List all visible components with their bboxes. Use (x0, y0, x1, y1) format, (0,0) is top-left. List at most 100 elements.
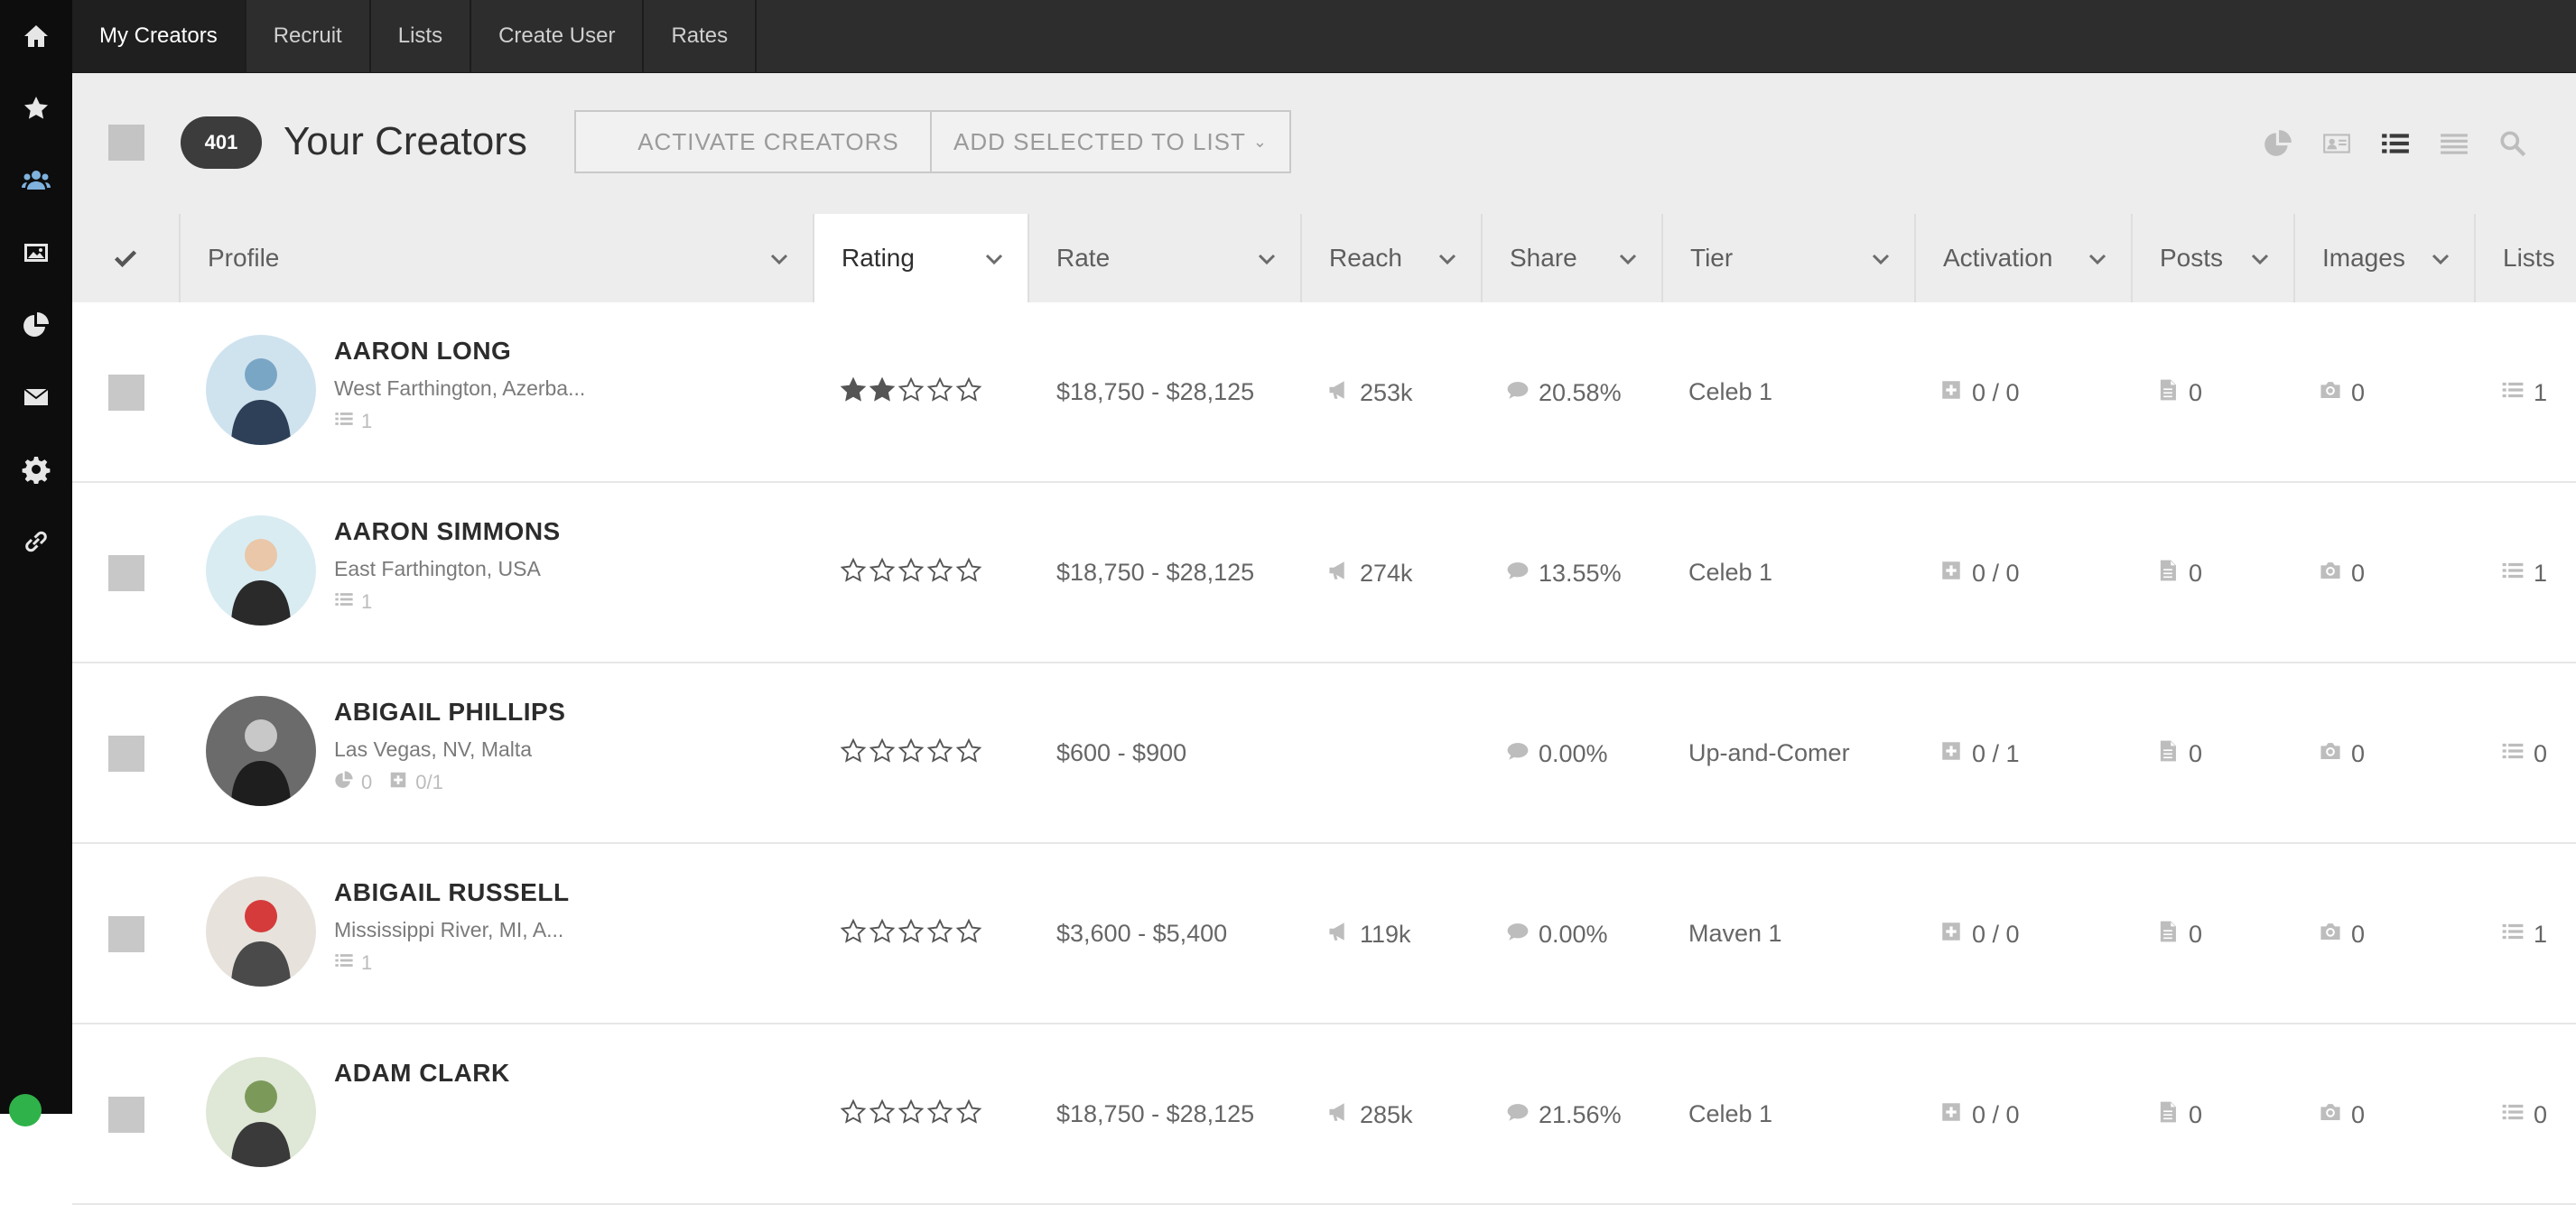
creator-name[interactable]: AARON SIMMONS (334, 517, 561, 546)
column-header-tier[interactable]: Tier (1661, 214, 1914, 302)
share-value: 13.55% (1539, 560, 1622, 587)
avatar[interactable] (206, 515, 316, 626)
star-empty-icon[interactable] (926, 918, 953, 950)
tab-create-user[interactable]: Create User (471, 0, 645, 72)
table-row[interactable]: ABIGAIL RUSSELL Mississippi River, MI, A.… (72, 844, 2576, 1024)
list-view-icon[interactable] (2375, 123, 2416, 164)
avatar[interactable] (206, 696, 316, 806)
creator-name[interactable]: ABIGAIL PHILLIPS (334, 698, 565, 727)
row-checkbox[interactable] (108, 555, 144, 591)
column-header-lists[interactable]: Lists (2474, 214, 2576, 302)
rate-value: $18,750 - $28,125 (1056, 559, 1255, 586)
column-header-posts[interactable]: Posts (2131, 214, 2293, 302)
row-checkbox[interactable] (108, 375, 144, 411)
avatar[interactable] (206, 876, 316, 987)
column-header-label: Activation (1943, 244, 2053, 272)
star-empty-icon[interactable] (869, 557, 896, 589)
star-empty-icon[interactable] (869, 1098, 896, 1130)
star-empty-icon[interactable] (926, 1098, 953, 1130)
activation-cell: 0 / 0 (1939, 378, 2020, 408)
star-empty-icon[interactable] (955, 557, 982, 589)
star-empty-icon[interactable] (869, 737, 896, 769)
envelope-icon[interactable] (0, 370, 72, 424)
star-empty-icon[interactable] (897, 376, 925, 408)
image-icon[interactable] (0, 226, 72, 280)
star-empty-icon[interactable] (955, 918, 982, 950)
star-filled-icon[interactable] (840, 376, 867, 408)
creator-name[interactable]: AARON LONG (334, 337, 511, 366)
gear-icon[interactable] (0, 442, 72, 496)
rating-stars[interactable] (840, 557, 982, 589)
avatar[interactable] (206, 335, 316, 445)
avatar[interactable] (206, 1057, 316, 1167)
column-header-rate[interactable]: Rate (1028, 214, 1300, 302)
tab-lists[interactable]: Lists (371, 0, 472, 72)
column-header-rating[interactable]: Rating (813, 214, 1028, 302)
star-empty-icon[interactable] (897, 737, 925, 769)
images-value: 0 (2351, 560, 2366, 587)
pie-chart-icon[interactable] (0, 298, 72, 352)
list-count: 1 (361, 410, 373, 432)
star-empty-icon[interactable] (840, 737, 867, 769)
star-empty-icon[interactable] (926, 376, 953, 408)
star-icon[interactable] (0, 81, 72, 135)
chevron-down-icon (2088, 246, 2107, 266)
star-empty-icon[interactable] (869, 918, 896, 950)
rating-stars[interactable] (840, 1098, 982, 1130)
table-row[interactable]: AARON LONG West Farthington, Azerba... 1 $1… (72, 302, 2576, 483)
star-empty-icon[interactable] (926, 737, 953, 769)
tab-rates[interactable]: Rates (644, 0, 758, 72)
rating-stars[interactable] (840, 376, 982, 408)
column-header-share[interactable]: Share (1481, 214, 1661, 302)
list-icon (334, 589, 354, 615)
lists-cell: 1 (2501, 920, 2547, 950)
tab-my-creators[interactable]: My Creators (72, 0, 246, 72)
document-icon (2156, 1100, 2180, 1130)
table-row[interactable]: AARON SIMMONS East Farthington, USA 1 $18,7… (72, 483, 2576, 663)
row-checkbox[interactable] (108, 916, 144, 952)
tier-cell: Celeb 1 (1688, 378, 1772, 406)
reach-value: 119k (1360, 921, 1411, 948)
column-header-activation[interactable]: Activation (1914, 214, 2131, 302)
select-all-checkbox[interactable] (108, 125, 144, 161)
header-check[interactable] (72, 214, 179, 302)
table-row[interactable]: ADAM CLARK $18,750 - $28,125 285k 21.56% Cel… (72, 1024, 2576, 1205)
table-row[interactable]: ABIGAIL PHILLIPS Las Vegas, NV, Malta 0 0/1… (72, 663, 2576, 844)
creator-meta: 1 (334, 409, 372, 434)
home-icon[interactable] (0, 9, 72, 63)
users-icon[interactable] (0, 153, 72, 208)
star-empty-icon[interactable] (955, 376, 982, 408)
activate-creators-button[interactable]: ACTIVATE CREATORS (574, 110, 963, 173)
star-empty-icon[interactable] (897, 918, 925, 950)
id-card-icon[interactable] (2316, 123, 2357, 164)
star-empty-icon[interactable] (840, 1098, 867, 1130)
star-empty-icon[interactable] (897, 1098, 925, 1130)
pie-chart-icon[interactable] (2257, 123, 2299, 164)
row-checkbox[interactable] (108, 1097, 144, 1133)
creator-name[interactable]: ABIGAIL RUSSELL (334, 878, 570, 907)
star-empty-icon[interactable] (840, 557, 867, 589)
column-header-images[interactable]: Images (2293, 214, 2474, 302)
search-icon[interactable] (2492, 123, 2534, 164)
rating-stars[interactable] (840, 918, 982, 950)
lists-cell: 0 (2501, 739, 2547, 769)
column-header-profile[interactable]: Profile (179, 214, 813, 302)
creator-name[interactable]: ADAM CLARK (334, 1059, 510, 1088)
star-empty-icon[interactable] (955, 1098, 982, 1130)
rating-stars[interactable] (840, 737, 982, 769)
star-empty-icon[interactable] (840, 918, 867, 950)
link-icon[interactable] (0, 514, 72, 569)
tab-recruit[interactable]: Recruit (246, 0, 371, 72)
add-selected-to-list-button[interactable]: ADD SELECTED TO LIST ⌄ (930, 110, 1291, 173)
posts-cell: 0 (2156, 739, 2202, 769)
star-filled-icon[interactable] (869, 376, 896, 408)
column-header-reach[interactable]: Reach (1300, 214, 1481, 302)
row-checkbox[interactable] (108, 736, 144, 772)
star-empty-icon[interactable] (955, 737, 982, 769)
star-empty-icon[interactable] (926, 557, 953, 589)
chevron-down-icon (1618, 246, 1638, 266)
rate-value: $3,600 - $5,400 (1056, 920, 1228, 947)
star-empty-icon[interactable] (897, 557, 925, 589)
compact-list-icon[interactable] (2433, 123, 2475, 164)
lists-value: 1 (2534, 560, 2548, 587)
